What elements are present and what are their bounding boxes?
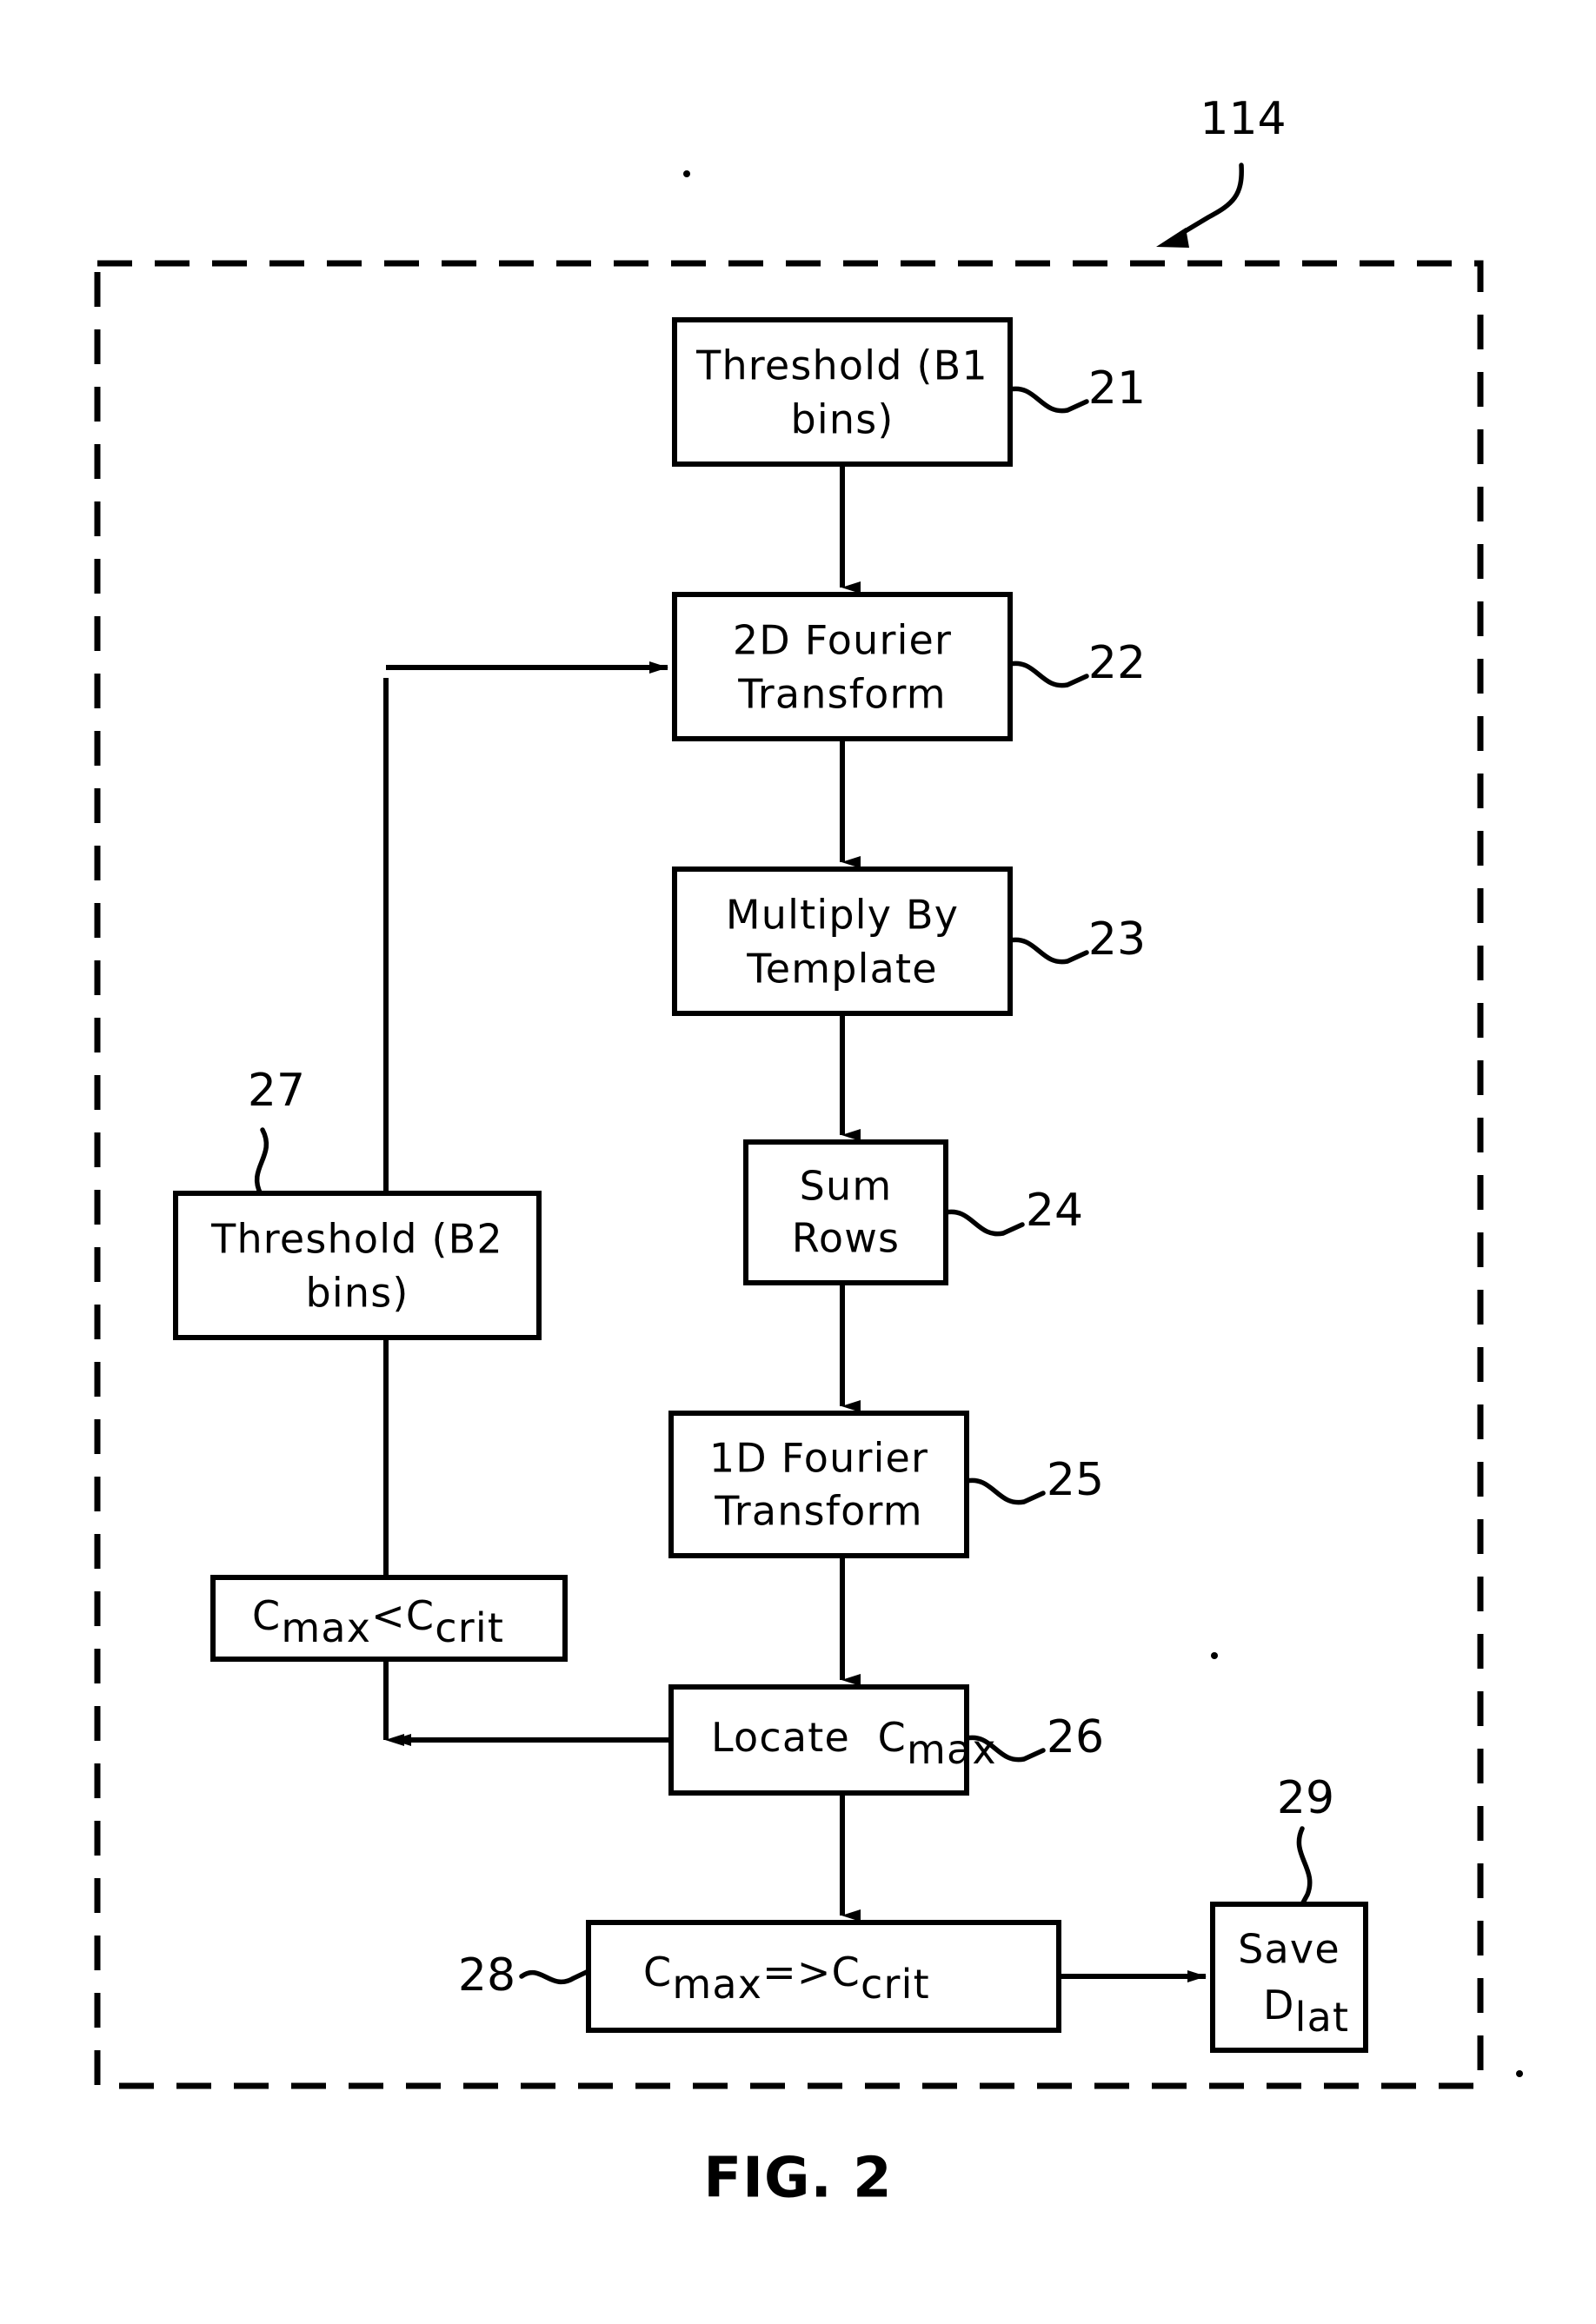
- ref-number-24: 24: [1026, 1185, 1083, 1237]
- node-label-25-line2: Transform: [714, 1488, 923, 1535]
- ref-number-25: 25: [1047, 1454, 1104, 1506]
- leader-line-28: [519, 1969, 591, 1985]
- scan-speck-bottom: [1516, 2070, 1523, 2077]
- n28-ccrit-base: C: [832, 1949, 861, 1995]
- node-label-24-line1: Sum: [800, 1163, 893, 1210]
- figure-caption: FIG. 2: [703, 2147, 892, 2211]
- cond-cmax-sub: max: [281, 1604, 371, 1651]
- leader-line-24: [943, 1209, 1025, 1237]
- cmax-base: C: [878, 1714, 907, 1761]
- leader-line-27: [254, 1127, 269, 1197]
- n28-cmax-sub: max: [672, 1961, 762, 2008]
- cond-cmax-base: C: [252, 1592, 281, 1639]
- cmax-sub: max: [907, 1726, 997, 1773]
- ref-number-29: 29: [1277, 1772, 1334, 1824]
- scan-speck-right: [1211, 1652, 1218, 1659]
- cond-ccrit-base: C: [406, 1592, 435, 1639]
- ref-number-28: 28: [458, 1949, 515, 2002]
- ref-number-22: 22: [1088, 637, 1146, 689]
- leader-line-21: [1007, 386, 1089, 414]
- node-2d-fourier-transform: 2D Fourier Transform: [672, 592, 1013, 741]
- ref-number-23: 23: [1088, 913, 1146, 966]
- n28-cmax-base: C: [643, 1949, 672, 1995]
- dlat-base: D: [1263, 1982, 1295, 2029]
- leader-line-23: [1007, 937, 1089, 965]
- node-label-27-line2: bins): [305, 1270, 409, 1317]
- node-label-25-line1: 1D Fourier: [709, 1435, 928, 1482]
- flowchart-canvas: 114 Threshold (B1 bins) 21 2D Fourier Tr…: [94, 93, 1523, 2211]
- node-locate-cmax: Locate Cmax: [668, 1684, 997, 1796]
- node-label-21-line2: bins): [790, 396, 894, 443]
- node-cmax-lt-ccrit: Cmax<Ccrit: [210, 1575, 568, 1662]
- node-label-21-line1: Threshold (B1: [695, 342, 988, 389]
- node-label-27-line1: Threshold (B2: [210, 1216, 503, 1263]
- node-label-22-line1: 2D Fourier: [733, 617, 952, 664]
- cond-ccrit-sub: crit: [435, 1604, 504, 1651]
- cond-operator: <: [371, 1592, 406, 1639]
- node-sum-rows: Sum Rows: [743, 1139, 948, 1285]
- node-multiply-by-template: Multiply By Template: [672, 867, 1013, 1016]
- scan-speck-top: [683, 170, 690, 177]
- n28-operator: =>: [762, 1949, 832, 1995]
- node-threshold-b2: Threshold (B2 bins): [173, 1191, 542, 1340]
- node-label-23-line1: Multiply By: [726, 892, 959, 939]
- node-label-24-line2: Rows: [792, 1215, 900, 1262]
- node-label-29-line1: Save: [1238, 1926, 1340, 1973]
- patent-figure-2: 114 Threshold (B1 bins) 21 2D Fourier Tr…: [0, 0, 1596, 2324]
- node-label-22-line2: Transform: [737, 671, 947, 718]
- node-cmax-ge-ccrit: Cmax=>Ccrit: [586, 1920, 1061, 2033]
- n28-ccrit-sub: crit: [861, 1961, 930, 2008]
- node-save-dlat: Save Dlat: [1210, 1902, 1368, 2053]
- leader-line-25: [964, 1477, 1046, 1505]
- dlat-sub: lat: [1295, 1994, 1350, 2041]
- ref-number-114: 114: [1200, 93, 1286, 145]
- leader-line-29: [1296, 1826, 1313, 1907]
- leader-line-114: [1180, 163, 1244, 236]
- ref-number-21: 21: [1088, 362, 1146, 415]
- ref-number-26: 26: [1047, 1711, 1104, 1763]
- locate-word: Locate: [711, 1714, 850, 1761]
- node-label-23-line2: Template: [746, 946, 938, 993]
- leader-arrowhead-114: [1156, 228, 1189, 248]
- leader-line-22: [1007, 661, 1089, 688]
- node-1d-fourier-transform: 1D Fourier Transform: [668, 1411, 969, 1558]
- node-threshold-b1: Threshold (B1 bins): [672, 317, 1013, 467]
- ref-number-27: 27: [248, 1065, 305, 1117]
